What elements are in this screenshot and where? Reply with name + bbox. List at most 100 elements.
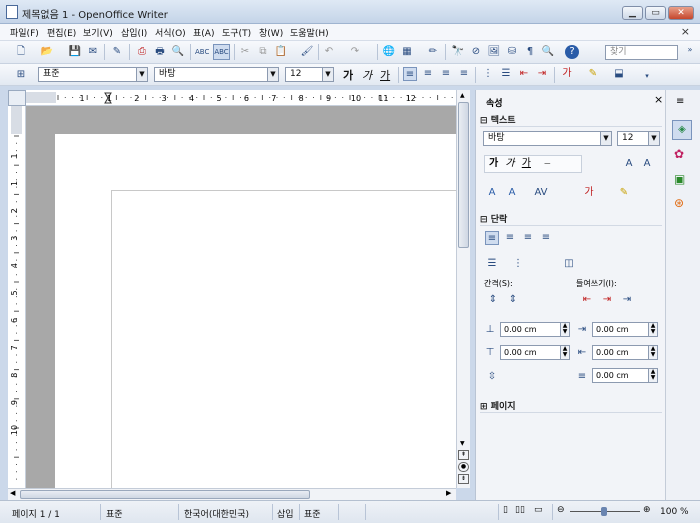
sidebar-font-select[interactable]: 바탕 ▼ bbox=[483, 131, 612, 146]
menu-window[interactable]: 창(W) bbox=[259, 26, 283, 39]
zoom-in-icon[interactable]: ⊕ bbox=[643, 505, 651, 515]
clone-formatting-icon[interactable]: 🖌 bbox=[300, 45, 314, 59]
copy-icon[interactable]: ⧉ bbox=[256, 45, 270, 59]
properties-tab-icon[interactable]: ◈ bbox=[672, 120, 692, 140]
document-page[interactable] bbox=[55, 134, 456, 488]
save-icon[interactable]: 💾 bbox=[68, 45, 82, 59]
navigator-tab-icon[interactable]: ⊛ bbox=[674, 196, 684, 210]
horizontal-scroll-thumb[interactable] bbox=[20, 490, 310, 499]
chevron-down-icon[interactable]: ▼ bbox=[267, 68, 278, 81]
zoom-icon[interactable]: 🔍 bbox=[541, 45, 555, 59]
vertical-scroll-thumb[interactable] bbox=[458, 102, 469, 248]
highlighting-icon[interactable]: ✎ bbox=[586, 67, 600, 81]
export-pdf-icon[interactable]: ⎙ bbox=[135, 45, 149, 59]
collapse-icon[interactable]: ⊟ bbox=[480, 116, 491, 126]
hanging-indent-icon[interactable]: ⇥ bbox=[620, 293, 634, 307]
print-icon[interactable]: 🖶 bbox=[153, 45, 167, 59]
sidebar-numbering-icon[interactable]: ⋮ bbox=[511, 257, 525, 271]
sidebar-increase-indent-icon[interactable]: ⇤ bbox=[580, 293, 594, 307]
selection-mode-indicator[interactable]: 표준 bbox=[304, 507, 321, 520]
spin-arrows-icon[interactable]: ▲ ▼ bbox=[648, 323, 657, 336]
chevron-down-icon[interactable]: ▼ bbox=[600, 132, 611, 145]
font-size-select[interactable]: 12 ▼ bbox=[285, 67, 334, 82]
vertical-scrollbar[interactable]: ▲ ▼ ⇞ ● ⇟ bbox=[456, 90, 470, 488]
formatting-marks-icon[interactable]: ¶ bbox=[523, 45, 537, 59]
menu-table[interactable]: 표(A) bbox=[193, 26, 214, 39]
paragraph-panel-header[interactable]: ⊟ 단락 bbox=[480, 212, 662, 226]
sidebar-font-color-icon[interactable]: 가 bbox=[582, 186, 596, 200]
horizontal-ruler[interactable]: 1 1 2 3 4 5 6 7 8 9 10 11 12 bbox=[26, 90, 460, 106]
minimize-button[interactable]: ▁ bbox=[622, 6, 643, 20]
increase-indent-icon[interactable]: ⇥ bbox=[535, 67, 549, 81]
menu-tools[interactable]: 도구(T) bbox=[222, 26, 251, 39]
decrease-spacing-icon[interactable]: ⇕ bbox=[506, 293, 520, 307]
bullets-icon[interactable]: ☰ bbox=[499, 67, 513, 81]
document-area[interactable] bbox=[26, 106, 456, 488]
collapse-icon[interactable]: ⊟ bbox=[480, 215, 491, 225]
strikethrough-icon[interactable]: ㅡ bbox=[544, 160, 550, 168]
scroll-down-icon[interactable]: ▼ bbox=[460, 440, 465, 447]
background-color-icon[interactable]: ⬓ bbox=[612, 67, 626, 81]
sidebar-close-icon[interactable]: × bbox=[654, 93, 663, 106]
navigation-icon[interactable]: ● bbox=[458, 462, 469, 472]
decrease-indent-icon[interactable]: ⇤ bbox=[517, 67, 531, 81]
italic-button[interactable]: 가 bbox=[362, 67, 372, 83]
undo-icon[interactable]: ↶ bbox=[322, 45, 336, 59]
sidebar-italic-button[interactable]: 가 bbox=[505, 158, 514, 169]
sidebar-bullets-icon[interactable]: ☰ bbox=[485, 257, 499, 271]
font-name-select[interactable]: 바탕 ▼ bbox=[154, 67, 279, 82]
sidebar-menu-icon[interactable]: ≡ bbox=[676, 96, 684, 107]
data-sources-icon[interactable]: ⛁ bbox=[505, 45, 519, 59]
expand-icon[interactable]: ⊞ bbox=[480, 402, 491, 412]
sidebar-bold-button[interactable]: 가 bbox=[489, 158, 498, 169]
multi-page-view-icon[interactable]: ▯▯ bbox=[515, 505, 525, 515]
subscript-icon[interactable]: A bbox=[505, 186, 519, 200]
previous-page-icon[interactable]: ⇞ bbox=[458, 450, 469, 460]
chevron-down-icon[interactable]: ▼ bbox=[648, 132, 659, 145]
toolbar-overflow-icon[interactable]: » bbox=[683, 43, 697, 57]
bold-button[interactable]: 가 bbox=[343, 67, 353, 83]
paragraph-background-icon[interactable]: ◫ bbox=[562, 257, 576, 271]
auto-spellcheck-icon[interactable]: ABC bbox=[213, 44, 230, 60]
sidebar-highlight-icon[interactable]: ✎ bbox=[617, 186, 631, 200]
align-center-icon[interactable]: ≡ bbox=[421, 67, 435, 81]
single-page-view-icon[interactable]: ▯ bbox=[503, 505, 508, 515]
sidebar-align-left-icon[interactable]: ≡ bbox=[485, 231, 499, 245]
print-preview-icon[interactable]: 🔍 bbox=[171, 45, 185, 59]
help-icon[interactable]: ? bbox=[565, 45, 579, 59]
spellcheck-icon[interactable]: ABC bbox=[195, 45, 209, 59]
align-left-icon[interactable]: ≡ bbox=[403, 67, 417, 81]
new-document-icon[interactable]: 🗋 bbox=[14, 45, 28, 59]
menu-help[interactable]: 도움말(H) bbox=[290, 26, 329, 39]
horizontal-scrollbar[interactable]: ◀ ▶ bbox=[8, 488, 456, 500]
maximize-button[interactable]: ▭ bbox=[645, 6, 666, 20]
gallery-icon[interactable]: 🖼 bbox=[487, 45, 501, 59]
increase-spacing-icon[interactable]: ⇕ bbox=[486, 293, 500, 307]
paragraph-style-select[interactable]: 표준 ▼ bbox=[38, 67, 148, 82]
close-button[interactable]: ✕ bbox=[668, 6, 694, 20]
sidebar-size-select[interactable]: 12 ▼ bbox=[617, 131, 660, 146]
scroll-left-icon[interactable]: ◀ bbox=[10, 489, 15, 497]
find-replace-icon[interactable]: 🔭 bbox=[451, 45, 465, 59]
language-indicator[interactable]: 한국어(대한민국) bbox=[184, 507, 249, 520]
book-view-icon[interactable]: ▭ bbox=[534, 505, 543, 515]
numbering-icon[interactable]: ⋮ bbox=[481, 67, 495, 81]
styles-formatting-icon[interactable]: ⊞ bbox=[14, 68, 28, 82]
scroll-up-icon[interactable]: ▲ bbox=[460, 92, 465, 99]
hyperlink-icon[interactable]: 🌐 bbox=[382, 45, 396, 59]
spin-arrows-icon[interactable]: ▲ ▼ bbox=[648, 346, 657, 359]
edit-file-icon[interactable]: ✎ bbox=[110, 45, 124, 59]
next-page-icon[interactable]: ⇟ bbox=[458, 474, 469, 484]
underline-button[interactable]: 가 bbox=[380, 67, 390, 83]
sidebar-justify-icon[interactable]: ≡ bbox=[539, 231, 553, 245]
line-spacing-icon[interactable]: ⇳ bbox=[485, 370, 499, 384]
open-icon[interactable]: 📂 bbox=[40, 45, 54, 59]
gallery-tab-icon[interactable]: ▣ bbox=[674, 172, 685, 186]
spin-arrows-icon[interactable]: ▲ ▼ bbox=[560, 346, 569, 359]
sidebar-decrease-indent-icon[interactable]: ⇥ bbox=[600, 293, 614, 307]
page-style-indicator[interactable]: 표준 bbox=[106, 507, 123, 520]
align-right-icon[interactable]: ≡ bbox=[439, 67, 453, 81]
navigator-icon[interactable]: ⊘ bbox=[469, 45, 483, 59]
chevron-down-icon[interactable]: ▼ bbox=[136, 68, 147, 81]
superscript-icon[interactable]: A bbox=[485, 186, 499, 200]
